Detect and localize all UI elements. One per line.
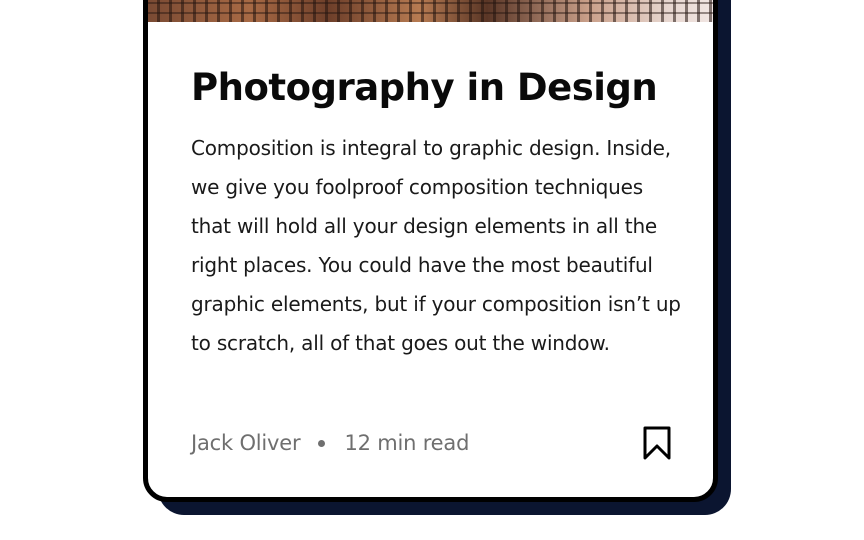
article-card: Photography in Design Composition is int… [143, 0, 718, 502]
meta-separator-dot [318, 439, 326, 447]
card-description: Composition is integral to graphic desig… [191, 136, 681, 355]
bookmark-icon [643, 426, 671, 460]
page-stage: Photography in Design Composition is int… [0, 0, 864, 540]
card-meta: Jack Oliver 12 min read [191, 423, 671, 463]
bookmark-button[interactable] [641, 425, 673, 461]
card-cover-image [148, 0, 713, 22]
card-title: Photography in Design [191, 66, 658, 109]
author-name: Jack Oliver [191, 431, 301, 455]
read-time: 12 min read [344, 431, 470, 455]
